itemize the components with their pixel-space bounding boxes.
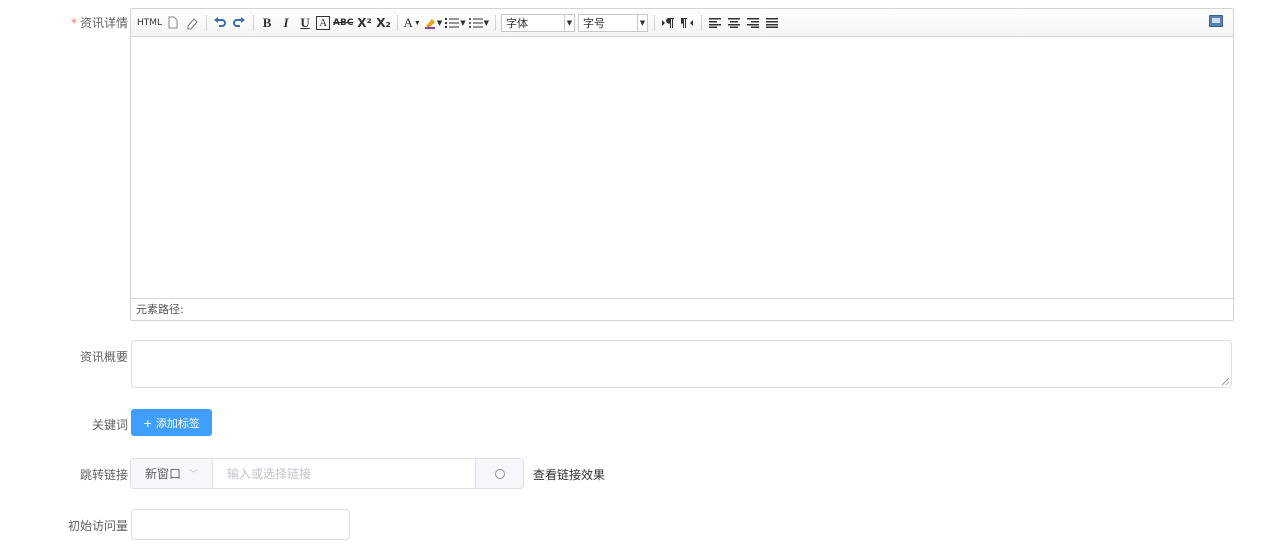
- summary-textarea[interactable]: [131, 340, 1232, 388]
- align-center-icon[interactable]: [726, 13, 742, 33]
- search-button[interactable]: [475, 459, 523, 488]
- toolbar-divider: [206, 14, 208, 31]
- strikethrough-button[interactable]: ABC: [333, 13, 353, 33]
- undo-icon[interactable]: [212, 13, 228, 33]
- dropdown-arrow-icon: ▼: [436, 18, 443, 27]
- align-left-icon[interactable]: [707, 13, 723, 33]
- highlight-color-button[interactable]: ▼: [424, 13, 442, 33]
- chevron-down-icon: ﹀: [189, 470, 199, 480]
- search-icon: [494, 468, 505, 479]
- detail-label: * 资讯详情: [70, 16, 128, 30]
- link-input-group: 新窗口 ﹀ 输入或选择链接: [130, 458, 524, 489]
- link-input[interactable]: 输入或选择链接: [213, 459, 475, 488]
- font-border-button[interactable]: A: [316, 15, 331, 30]
- toolbar-divider: [494, 14, 496, 31]
- dropdown-arrow-icon: ▼: [636, 14, 647, 31]
- resize-handle-icon[interactable]: [1222, 378, 1229, 385]
- align-right-icon[interactable]: [745, 13, 761, 33]
- view-link-effect-button[interactable]: 查看链接效果: [533, 466, 605, 483]
- source-html-button[interactable]: HTML: [137, 13, 162, 33]
- initial-visits-input[interactable]: [131, 509, 350, 540]
- jump-link-label: 跳转链接: [79, 468, 128, 482]
- font-size-select[interactable]: 字号 ▼: [577, 13, 648, 32]
- element-path-bar: 元素路径:: [131, 298, 1233, 320]
- new-doc-icon[interactable]: [165, 13, 181, 33]
- required-mark: *: [70, 16, 77, 30]
- subscript-button[interactable]: X₂: [375, 13, 391, 33]
- bold-button[interactable]: B: [259, 13, 275, 33]
- toolbar-divider: [397, 14, 399, 31]
- ordered-list-button[interactable]: ▼: [445, 13, 466, 33]
- fullscreen-icon[interactable]: [1209, 15, 1223, 27]
- rich-text-editor: HTML B I U A ABC X² X₂ A ▼ ▼ ▼ ▼ 字体 ▼ 字号…: [130, 8, 1234, 321]
- align-justify-icon[interactable]: [764, 13, 780, 33]
- toolbar-divider: [700, 14, 702, 31]
- window-select[interactable]: 新窗口 ﹀: [131, 459, 213, 488]
- unordered-list-button[interactable]: ▼: [468, 13, 489, 33]
- summary-label: 资讯概要: [79, 350, 128, 364]
- toolbar-divider: [653, 14, 655, 31]
- font-family-select[interactable]: 字体 ▼: [500, 13, 575, 32]
- rtl-direction-icon[interactable]: [679, 13, 695, 33]
- dropdown-arrow-icon: ▼: [460, 18, 466, 27]
- add-tag-button[interactable]: + 添加标签: [131, 409, 212, 436]
- editor-toolbar: HTML B I U A ABC X² X₂ A ▼ ▼ ▼ ▼ 字体 ▼ 字号…: [131, 9, 1233, 37]
- toolbar-divider: [253, 14, 255, 31]
- font-color-button[interactable]: A ▼: [403, 13, 420, 33]
- highlight-icon: [424, 18, 435, 29]
- dropdown-arrow-icon: ▼: [413, 18, 421, 27]
- italic-button[interactable]: I: [278, 13, 294, 33]
- dropdown-arrow-icon: ▼: [563, 14, 574, 31]
- redo-icon[interactable]: [231, 13, 247, 33]
- ltr-direction-icon[interactable]: [660, 13, 676, 33]
- superscript-button[interactable]: X²: [356, 13, 372, 33]
- unordered-list-icon: [468, 17, 483, 28]
- initial-visits-label: 初始访问量: [67, 519, 128, 533]
- keywords-label: 关键词: [91, 418, 128, 432]
- ordered-list-icon: [445, 17, 460, 28]
- editor-content-area[interactable]: [131, 37, 1233, 298]
- underline-button[interactable]: U: [297, 13, 313, 33]
- eraser-icon[interactable]: [184, 13, 200, 33]
- dropdown-arrow-icon: ▼: [483, 18, 489, 27]
